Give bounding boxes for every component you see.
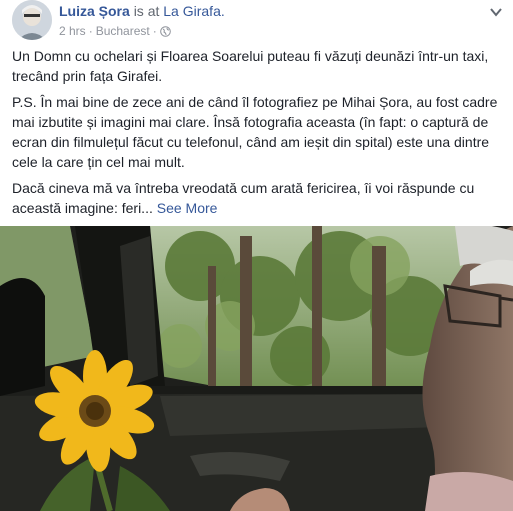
post-paragraph: Un Domn cu ochelari și Floarea Soarelui … xyxy=(12,48,489,84)
post-paragraph: Dacă cineva mă va întreba vreodată cum a… xyxy=(12,178,502,218)
place-link[interactable]: La Girafa. xyxy=(163,3,224,19)
checkin-verb: is at xyxy=(133,3,160,19)
post-photo[interactable] xyxy=(0,226,513,511)
post-paragraph-text: Dacă cineva mă va întreba vreodată cum a… xyxy=(12,180,475,216)
meta-separator: · xyxy=(88,24,93,38)
post-body: Un Domn cu ochelari și Floarea Soarelui … xyxy=(12,46,502,224)
post-title-line: Luiza Șora is at La Girafa. xyxy=(59,3,225,19)
meta-separator: · xyxy=(152,24,157,38)
author-name[interactable]: Luiza Șora xyxy=(59,3,130,19)
avatar[interactable] xyxy=(12,0,52,40)
post-location[interactable]: Bucharest xyxy=(96,24,150,38)
chevron-down-icon[interactable] xyxy=(490,4,502,17)
post-meta: 2 hrs · Bucharest · xyxy=(59,24,171,38)
post-header: Luiza Șora is at La Girafa. 2 hrs · Buch… xyxy=(12,0,502,40)
globe-icon[interactable] xyxy=(159,25,171,37)
post-time[interactable]: 2 hrs xyxy=(59,24,86,38)
post-paragraph: P.S. În mai bine de zece ani de când îl … xyxy=(12,94,498,170)
see-more-link[interactable]: See More xyxy=(157,200,218,216)
